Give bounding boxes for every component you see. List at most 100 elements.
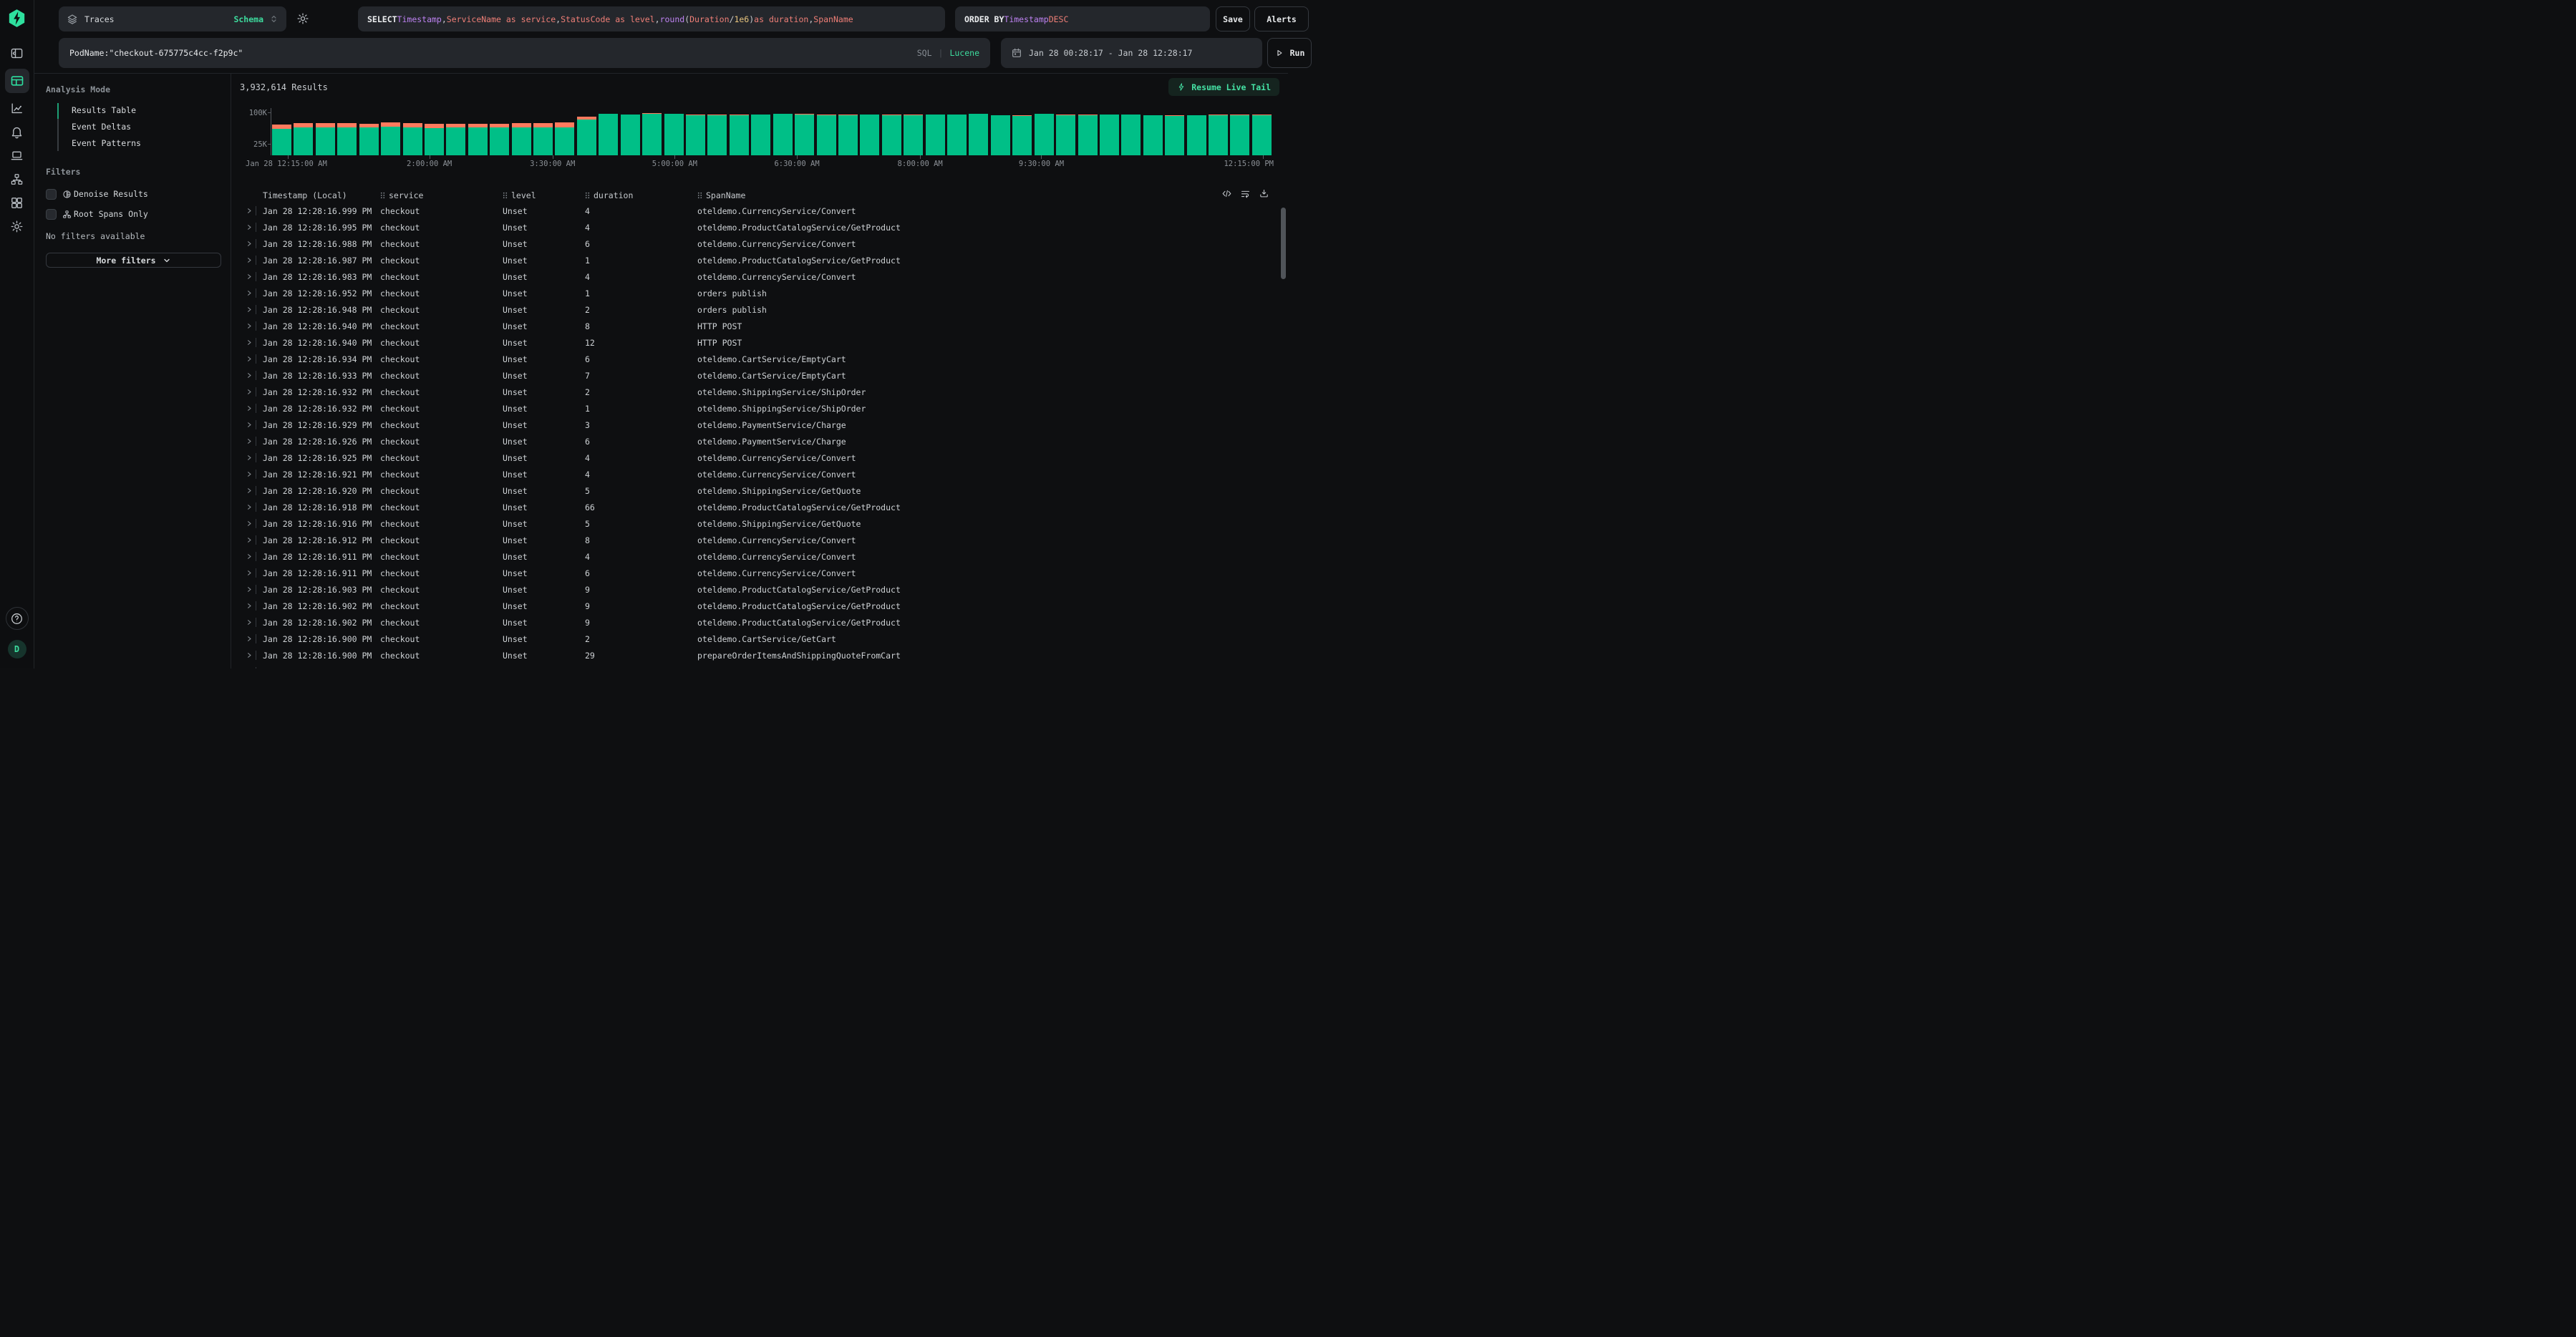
histogram-bar[interactable] bbox=[904, 115, 923, 155]
expand-row-chevron-icon[interactable] bbox=[246, 502, 256, 512]
histogram-bar[interactable] bbox=[381, 122, 400, 155]
histogram-bar[interactable] bbox=[599, 114, 618, 155]
histogram-bar[interactable] bbox=[468, 124, 488, 155]
histogram-bar[interactable] bbox=[425, 124, 444, 155]
table-row[interactable]: Jan 28 12:28:16.952 PM checkout Unset 1 … bbox=[232, 285, 1277, 301]
analysis-mode-item-results-table[interactable]: Results Table bbox=[57, 102, 219, 119]
source-selector[interactable]: Traces Schema bbox=[59, 6, 286, 31]
table-row[interactable]: Jan 28 12:28:16.920 PM checkout Unset 5 … bbox=[232, 482, 1277, 499]
histogram-bar[interactable] bbox=[555, 122, 574, 155]
histogram-bar[interactable] bbox=[1078, 115, 1098, 155]
expand-row-chevron-icon[interactable] bbox=[246, 338, 256, 347]
table-row[interactable]: Jan 28 12:28:16.911 PM checkout Unset 6 … bbox=[232, 565, 1277, 581]
nav-search-results[interactable] bbox=[5, 69, 29, 93]
table-row[interactable]: Jan 28 12:28:16.933 PM checkout Unset 7 … bbox=[232, 367, 1277, 384]
histogram-bar[interactable] bbox=[316, 123, 335, 155]
time-range-picker[interactable]: Jan 28 00:28:17 - Jan 28 12:28:17 bbox=[1001, 38, 1262, 68]
expand-row-chevron-icon[interactable] bbox=[246, 453, 256, 462]
expand-row-chevron-icon[interactable] bbox=[246, 568, 256, 578]
table-row[interactable]: Jan 28 12:28:16.900 PM checkout Unset 50… bbox=[232, 663, 1277, 668]
table-row[interactable]: Jan 28 12:28:16.902 PM checkout Unset 9 … bbox=[232, 598, 1277, 614]
histogram-bar[interactable] bbox=[1056, 115, 1075, 155]
checkbox[interactable] bbox=[46, 189, 57, 200]
download-icon[interactable] bbox=[1259, 188, 1269, 199]
expand-row-chevron-icon[interactable] bbox=[246, 256, 256, 265]
column-header-service[interactable]: service bbox=[380, 190, 503, 200]
table-row[interactable]: Jan 28 12:28:16.995 PM checkout Unset 4 … bbox=[232, 219, 1277, 235]
expand-row-chevron-icon[interactable] bbox=[246, 651, 256, 660]
table-row[interactable]: Jan 28 12:28:16.999 PM checkout Unset 4 … bbox=[232, 203, 1277, 219]
histogram-bar[interactable] bbox=[1100, 115, 1119, 155]
histogram-bar[interactable] bbox=[860, 115, 879, 155]
expand-row-chevron-icon[interactable] bbox=[246, 585, 256, 594]
histogram-bar[interactable] bbox=[512, 123, 531, 155]
wrap-lines-icon[interactable] bbox=[1240, 188, 1251, 199]
histogram-bar[interactable] bbox=[773, 114, 793, 155]
table-row[interactable]: Jan 28 12:28:16.925 PM checkout Unset 4 … bbox=[232, 449, 1277, 466]
expand-row-chevron-icon[interactable] bbox=[246, 272, 256, 281]
app-logo-icon[interactable] bbox=[7, 9, 26, 28]
search-input[interactable]: PodName:"checkout-675775c4cc-f2p9c" SQL … bbox=[59, 38, 990, 68]
table-row[interactable]: Jan 28 12:28:16.948 PM checkout Unset 2 … bbox=[232, 301, 1277, 318]
histogram-bar[interactable] bbox=[337, 123, 357, 155]
histogram-bar[interactable] bbox=[707, 115, 727, 155]
filter-toggle-root-spans-only[interactable]: Root Spans Only bbox=[46, 204, 219, 224]
histogram-bar[interactable] bbox=[490, 124, 509, 155]
histogram-bar[interactable] bbox=[1252, 115, 1272, 155]
nav-alerts[interactable] bbox=[5, 121, 29, 142]
table-row[interactable]: Jan 28 12:28:16.983 PM checkout Unset 4 … bbox=[232, 268, 1277, 285]
expand-row-chevron-icon[interactable] bbox=[246, 239, 256, 248]
expand-row-chevron-icon[interactable] bbox=[246, 371, 256, 380]
expand-row-chevron-icon[interactable] bbox=[246, 437, 256, 446]
histogram-bar[interactable] bbox=[1143, 115, 1163, 155]
expand-row-chevron-icon[interactable] bbox=[246, 486, 256, 495]
histogram-bar[interactable] bbox=[642, 113, 662, 155]
column-header-level[interactable]: level bbox=[503, 190, 585, 200]
table-row[interactable]: Jan 28 12:28:16.932 PM checkout Unset 1 … bbox=[232, 400, 1277, 417]
histogram-bar[interactable] bbox=[882, 115, 901, 155]
user-avatar[interactable]: D bbox=[8, 640, 26, 658]
histogram-bar[interactable] bbox=[664, 114, 684, 155]
alerts-button[interactable]: Alerts bbox=[1254, 6, 1309, 31]
expand-row-chevron-icon[interactable] bbox=[246, 601, 256, 611]
table-row[interactable]: Jan 28 12:28:16.940 PM checkout Unset 12… bbox=[232, 334, 1277, 351]
save-button[interactable]: Save bbox=[1216, 6, 1250, 31]
histogram-bar[interactable] bbox=[403, 123, 422, 155]
histogram-bar[interactable] bbox=[969, 114, 988, 155]
histogram-bar[interactable] bbox=[991, 115, 1010, 155]
analysis-mode-item-event-deltas[interactable]: Event Deltas bbox=[57, 119, 219, 135]
histogram-bar[interactable] bbox=[926, 115, 945, 155]
histogram-bar[interactable] bbox=[533, 123, 553, 155]
expand-row-chevron-icon[interactable] bbox=[246, 634, 256, 643]
expand-row-chevron-icon[interactable] bbox=[246, 535, 256, 545]
expand-row-chevron-icon[interactable] bbox=[246, 321, 256, 331]
scrollbar-thumb[interactable] bbox=[1281, 208, 1286, 279]
help-button[interactable] bbox=[6, 607, 29, 630]
expand-row-chevron-icon[interactable] bbox=[246, 404, 256, 413]
table-row[interactable]: Jan 28 12:28:16.926 PM checkout Unset 6 … bbox=[232, 433, 1277, 449]
column-header-duration[interactable]: duration bbox=[585, 190, 697, 200]
nav-dashboards[interactable] bbox=[5, 192, 29, 213]
table-row[interactable]: Jan 28 12:28:16.918 PM checkout Unset 66… bbox=[232, 499, 1277, 515]
histogram-bar[interactable] bbox=[947, 115, 967, 155]
histogram-bar[interactable] bbox=[1209, 115, 1228, 155]
expand-row-chevron-icon[interactable] bbox=[246, 552, 256, 561]
table-row[interactable]: Jan 28 12:28:16.911 PM checkout Unset 4 … bbox=[232, 548, 1277, 565]
expand-row-chevron-icon[interactable] bbox=[246, 667, 256, 668]
histogram-bar[interactable] bbox=[294, 123, 313, 155]
select-clause-input[interactable]: SELECT Timestamp, ServiceName as service… bbox=[358, 6, 945, 31]
expand-row-chevron-icon[interactable] bbox=[246, 387, 256, 397]
table-row[interactable]: Jan 28 12:28:16.903 PM checkout Unset 9 … bbox=[232, 581, 1277, 598]
table-row[interactable]: Jan 28 12:28:16.921 PM checkout Unset 4 … bbox=[232, 466, 1277, 482]
histogram-bar[interactable] bbox=[1230, 115, 1249, 155]
table-row[interactable]: Jan 28 12:28:16.934 PM checkout Unset 6 … bbox=[232, 351, 1277, 367]
histogram-bar[interactable] bbox=[272, 125, 291, 155]
more-filters-button[interactable]: More filters bbox=[46, 253, 221, 268]
orderby-clause-input[interactable]: ORDER BY Timestamp DESC bbox=[955, 6, 1210, 31]
table-row[interactable]: Jan 28 12:28:16.912 PM checkout Unset 8 … bbox=[232, 532, 1277, 548]
nav-settings[interactable] bbox=[5, 215, 29, 237]
expand-row-chevron-icon[interactable] bbox=[246, 618, 256, 627]
language-toggle-lucene[interactable]: Lucene bbox=[949, 48, 979, 58]
table-row[interactable]: Jan 28 12:28:16.988 PM checkout Unset 6 … bbox=[232, 235, 1277, 252]
histogram-bar[interactable] bbox=[446, 124, 465, 155]
